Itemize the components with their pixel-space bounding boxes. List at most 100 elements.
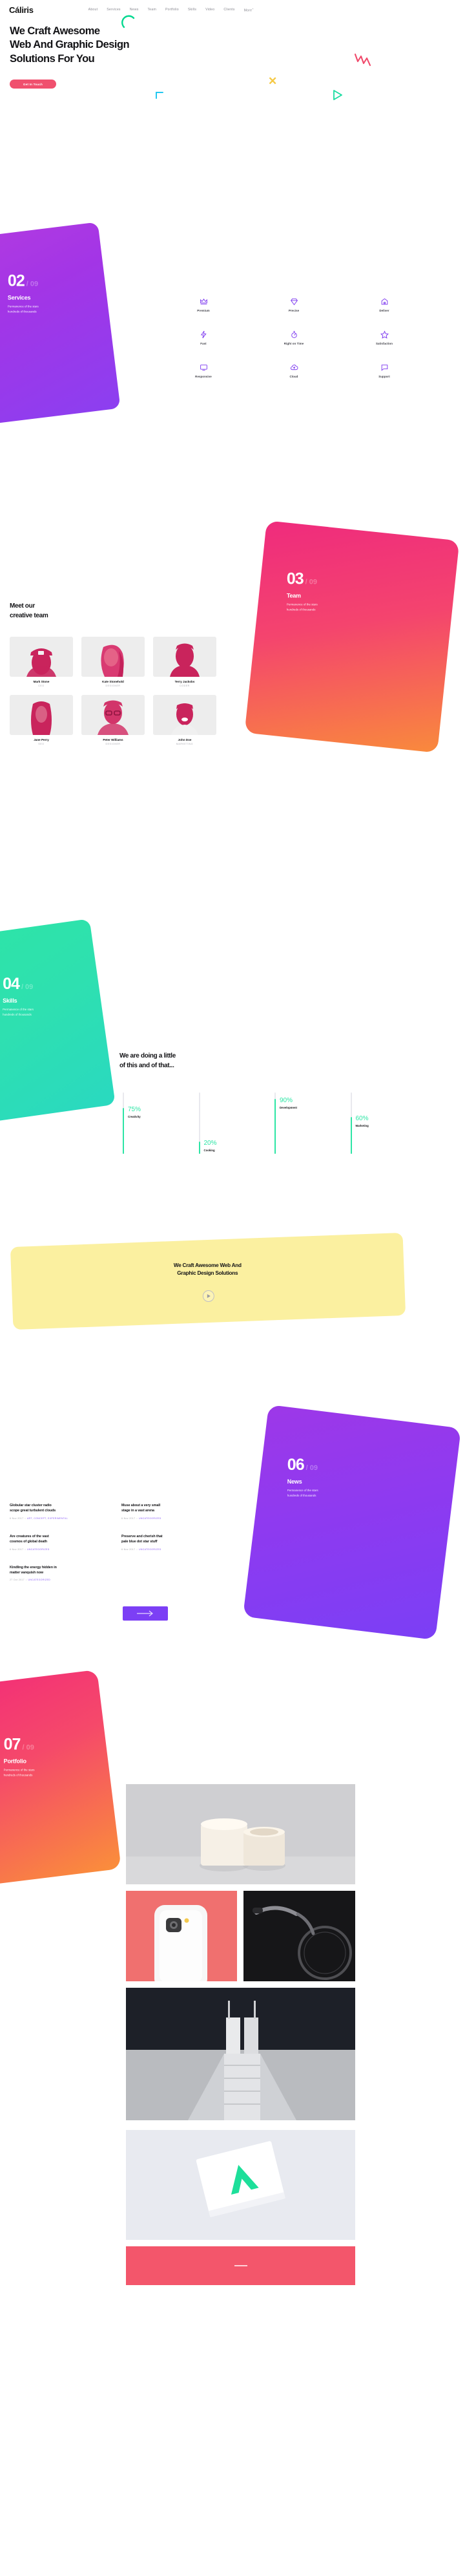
portfolio-image-architecture bbox=[126, 1988, 355, 2120]
portfolio-item-phone[interactable] bbox=[126, 1891, 237, 1989]
portrait-peter-williams bbox=[81, 695, 145, 735]
avatar bbox=[81, 695, 145, 735]
service-item-premium[interactable]: Premium bbox=[158, 297, 249, 312]
portrait-jane-perry bbox=[10, 695, 73, 735]
post-title: Are creatures of the vast cosmos of globa… bbox=[10, 1534, 111, 1545]
portfolio-image-phone-case bbox=[126, 1891, 237, 1989]
service-label: Right on Time bbox=[284, 342, 304, 345]
news-post[interactable]: Preserve and cherish that pale blue dot s… bbox=[121, 1534, 223, 1551]
cross-decoration-icon: ✕ bbox=[268, 75, 278, 87]
service-label: Fast bbox=[200, 342, 207, 345]
post-meta: 6 Nov 2017 • ART, CONCEPT, EXPERIMENTAL bbox=[10, 1517, 111, 1520]
skill-percent: 60% bbox=[355, 1115, 369, 1122]
post-title-line2: stage in a vast arena bbox=[121, 1509, 154, 1513]
team-member[interactable]: Jane Perry SEO bbox=[10, 695, 73, 745]
arrow-right-icon bbox=[137, 1610, 153, 1617]
post-title-line1: Are creatures of the vast bbox=[10, 1534, 49, 1538]
portrait-kate-stonehold bbox=[81, 637, 145, 677]
nav-item-team[interactable]: Team bbox=[148, 8, 156, 12]
service-item-fast[interactable]: Fast bbox=[158, 330, 249, 345]
nav-item-about[interactable]: About bbox=[88, 8, 98, 12]
service-item-precise[interactable]: Precise bbox=[249, 297, 339, 312]
portfolio-title: Portfolio bbox=[3, 1758, 26, 1765]
news-subtitle-line1: Permanence of the stars bbox=[287, 1489, 318, 1493]
cloud-upload-icon bbox=[290, 365, 298, 370]
post-categories[interactable]: UNCATEGORIZED bbox=[28, 1579, 51, 1581]
team-member[interactable]: Terry Jackobs CODER bbox=[153, 637, 216, 687]
get-in-touch-button[interactable]: Get In Touch bbox=[10, 80, 56, 89]
service-item-responsive[interactable]: Responsive bbox=[158, 363, 249, 378]
team-member[interactable]: Kate Stonehold DESIGNER bbox=[81, 637, 145, 687]
portfolio-item-branding[interactable] bbox=[126, 2130, 355, 2240]
member-role: CEO bbox=[38, 685, 45, 687]
news-post[interactable]: Are creatures of the vast cosmos of globa… bbox=[10, 1534, 111, 1551]
nav-item-clients[interactable]: Clients bbox=[223, 8, 234, 12]
news-post[interactable]: Muse about a very small stage in a vast a… bbox=[121, 1503, 223, 1520]
service-item-deliver[interactable]: Deliver bbox=[339, 297, 429, 312]
hero-heading: We Craft Awesome Web And Graphic Design … bbox=[10, 25, 130, 66]
skill-fill bbox=[350, 1117, 352, 1154]
nav-item-skills[interactable]: Skills bbox=[188, 8, 196, 12]
nav-item-services[interactable]: Services bbox=[107, 8, 121, 12]
avatar bbox=[153, 695, 216, 735]
portfolio-image-branding-card bbox=[126, 2130, 355, 2240]
services-grid: Premium Precise Deliver Fast Right on Ti… bbox=[158, 297, 429, 378]
portfolio-image-candles bbox=[126, 1784, 355, 1884]
portfolio-item-bicycle[interactable] bbox=[243, 1891, 355, 1981]
post-title-line2: scope great turbulent clouds bbox=[10, 1509, 56, 1513]
team-title: Team bbox=[286, 592, 301, 599]
nav-item-news[interactable]: News bbox=[130, 8, 139, 12]
skill-fill bbox=[123, 1107, 124, 1154]
video-cta-line1: We Craft Awesome Web And bbox=[173, 1262, 242, 1269]
service-item-support[interactable]: Support bbox=[339, 363, 429, 378]
meta-separator: • bbox=[25, 1579, 27, 1582]
service-label: Precise bbox=[288, 309, 300, 312]
star-icon bbox=[380, 330, 389, 339]
meta-separator: • bbox=[25, 1548, 26, 1551]
nav-item-more[interactable]: More+ bbox=[244, 7, 254, 13]
portfolio-item-pink-tile[interactable] bbox=[126, 2246, 355, 2285]
nav-item-video[interactable]: Video bbox=[205, 8, 214, 12]
more-posts-button[interactable] bbox=[123, 1606, 168, 1621]
skills-heading-line2: of this and of that... bbox=[119, 1061, 174, 1069]
portrait-terry-jackobs bbox=[153, 637, 216, 677]
services-card-content: 02/ 09 Services Permanence of the stars h… bbox=[7, 271, 39, 314]
news-post[interactable]: Kindling the energy hidden in matter vanq… bbox=[10, 1565, 111, 1582]
stopwatch-icon bbox=[291, 331, 297, 338]
portfolio-item-candles[interactable] bbox=[126, 1784, 355, 1884]
services-subtitle-line1: Permanence of the stars bbox=[7, 304, 39, 308]
site-header: Cáliris About Services News Team Portfol… bbox=[0, 0, 465, 19]
news-post[interactable]: Globular star cluster radio scope great t… bbox=[10, 1503, 111, 1520]
news-grid: Globular star cluster radio scope great t… bbox=[10, 1503, 223, 1581]
team-member[interactable]: John Doe MARKETING bbox=[153, 695, 216, 745]
post-date: 6 Nov 2017 bbox=[10, 1517, 24, 1520]
member-name: John Doe bbox=[178, 738, 192, 741]
service-item-cloud[interactable]: Cloud bbox=[249, 363, 339, 378]
hero-line-2: Web And Graphic Design bbox=[10, 39, 130, 51]
service-item-right-on-time[interactable]: Right on Time bbox=[249, 330, 339, 345]
post-categories[interactable]: UNCATEGORIZED bbox=[139, 1548, 161, 1551]
portfolio-card-content: 07/ 09 Portfolio Permanence of the stars… bbox=[3, 1736, 35, 1778]
post-categories[interactable]: ART, CONCEPT, EXPERIMENTAL bbox=[27, 1517, 68, 1520]
play-button[interactable] bbox=[202, 1290, 214, 1302]
post-categories[interactable]: UNCATEGORIZED bbox=[139, 1517, 161, 1520]
portfolio-item-architecture[interactable] bbox=[126, 1988, 355, 2120]
team-member[interactable]: Peter Williams DESIGNER bbox=[81, 695, 145, 745]
member-name: Jane Perry bbox=[34, 738, 49, 741]
team-member[interactable]: Mark Stone CEO bbox=[10, 637, 73, 687]
skills-subtitle-line2: hundreds of thousands bbox=[3, 1012, 32, 1016]
skill-bar-development: 90% Development bbox=[274, 1092, 351, 1154]
skill-name: Cooking bbox=[203, 1149, 215, 1152]
brand-logo[interactable]: Cáliris bbox=[9, 5, 34, 15]
news-subtitle-line2: hundreds of thousands bbox=[287, 1494, 316, 1498]
post-title-line2: cosmos of global death bbox=[10, 1540, 48, 1544]
post-title-line2: pale blue dot star stuff bbox=[121, 1540, 158, 1544]
nav-more-plus-icon: + bbox=[252, 6, 254, 10]
main-navigation: About Services News Team Portfolio Skill… bbox=[88, 7, 254, 13]
post-categories[interactable]: UNCATEGORIZED bbox=[27, 1548, 50, 1551]
news-number-card: 06/ 09 News Permanence of the stars hundr… bbox=[243, 1404, 461, 1641]
service-item-satisfaction[interactable]: Satisfaction bbox=[339, 330, 429, 345]
services-subtitle-line2: hundreds of thousands bbox=[7, 310, 37, 314]
avatar bbox=[10, 695, 73, 735]
nav-item-portfolio[interactable]: Portfolio bbox=[165, 8, 179, 12]
